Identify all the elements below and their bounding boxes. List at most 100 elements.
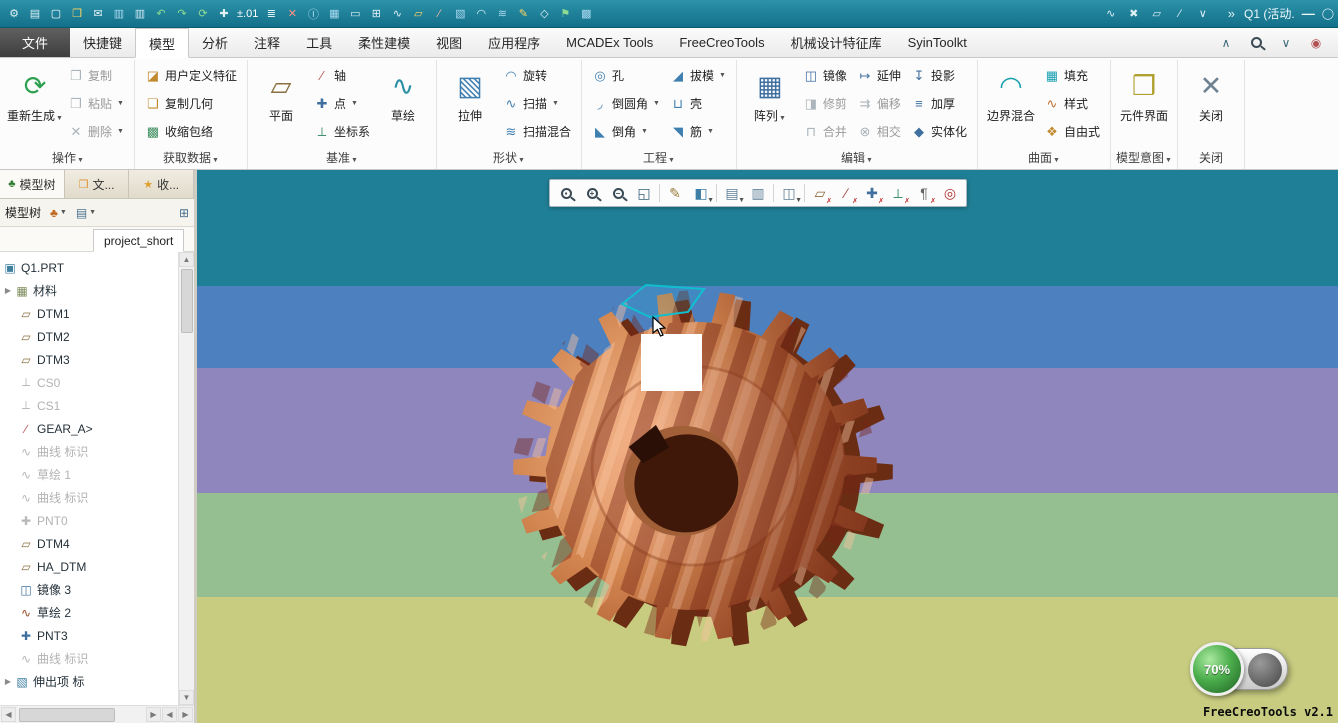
ribbon-group-label[interactable]: 编辑▼	[737, 149, 977, 166]
redo-icon[interactable]: ↷	[172, 4, 192, 24]
toolbar-overflow-icon[interactable]: »	[1228, 6, 1235, 21]
arc-icon[interactable]: ◠	[471, 4, 491, 24]
tab-mech-design-library[interactable]: 机械设计特征库	[778, 28, 895, 57]
undo-icon[interactable]: ↶	[151, 4, 171, 24]
trim-button[interactable]: ◨修剪	[800, 90, 850, 117]
zoom-in-icon[interactable]: +	[579, 181, 605, 205]
tree-item-curve-1[interactable]: ∿曲线 标识	[0, 440, 178, 463]
plane-tool-icon[interactable]: ▱	[1147, 4, 1167, 24]
tree-settings-button[interactable]: ⊞	[179, 206, 189, 220]
spin-center-icon[interactable]: ◎	[937, 181, 963, 205]
component-interface-button[interactable]: ❒元件界面	[1116, 62, 1172, 124]
axis-button[interactable]: ∕轴	[311, 62, 373, 89]
tab-file[interactable]: 文件	[0, 28, 70, 57]
axis-display-icon[interactable]: ∕✗	[833, 181, 859, 205]
tree-item-pnt3[interactable]: ✚PNT3	[0, 624, 178, 647]
rib-button[interactable]: ◥筋▼	[667, 118, 729, 145]
tab-syintoolkt[interactable]: SyinToolkt	[895, 28, 980, 57]
tree-hscrollbar[interactable]: ◀ ▶ ◀ ▶	[0, 705, 194, 723]
tab-applications[interactable]: 应用程序	[475, 28, 553, 57]
intersect-button[interactable]: ⊗相交	[854, 118, 904, 145]
status-dot-icon[interactable]: ◉	[1306, 33, 1326, 53]
tab-model-tree[interactable]: ♣模型树	[0, 170, 65, 198]
scroll-up-icon[interactable]: ▲	[179, 252, 194, 267]
tab-model[interactable]: 模型	[135, 28, 189, 58]
sweep-button[interactable]: ∿扫描▼	[500, 90, 574, 117]
tree-item-curve-3[interactable]: ∿曲线 标识	[0, 647, 178, 670]
precision-icon[interactable]: ±.01	[235, 4, 260, 24]
tab-view[interactable]: 视图	[423, 28, 475, 57]
close-window-icon[interactable]: ✕	[282, 4, 302, 24]
hscroll-right-icon[interactable]: ▶	[146, 707, 161, 722]
pattern-button[interactable]: ▦阵列▼	[742, 62, 798, 127]
save-icon[interactable]: ▥	[109, 4, 129, 24]
measure-icon[interactable]: ≣	[261, 4, 281, 24]
tab-flexible-modeling[interactable]: 柔性建模	[345, 28, 423, 57]
tree-item-dtm3[interactable]: ▱DTM3	[0, 348, 178, 371]
tree-item-sketch-1[interactable]: ∿草绘 1	[0, 463, 178, 486]
thicken-button[interactable]: ≡加厚	[908, 90, 970, 117]
ribbon-group-label[interactable]: 基准▼	[248, 149, 436, 166]
spline-tool-icon[interactable]: ∿	[1101, 4, 1121, 24]
tree-item-material[interactable]: ▶▦材料	[0, 279, 178, 302]
revolve-button[interactable]: ◠旋转	[500, 62, 574, 89]
datum-plane-icon[interactable]: ▱	[408, 4, 428, 24]
freestyle-button[interactable]: ❖自由式	[1041, 118, 1103, 145]
point-display-icon[interactable]: ✚✗	[859, 181, 885, 205]
sketcher-icon[interactable]: ✎	[513, 4, 533, 24]
fill-button[interactable]: ▦填充	[1041, 62, 1103, 89]
tree-item-curve-2[interactable]: ∿曲线 标识	[0, 486, 178, 509]
plane-display-icon[interactable]: ▱✗	[807, 181, 833, 205]
diamond-icon[interactable]: ◇	[534, 4, 554, 24]
project-button[interactable]: ↧投影	[908, 62, 970, 89]
mirror-button[interactable]: ◫镜像	[800, 62, 850, 89]
tree-item-mirror-3[interactable]: ◫镜像 3	[0, 578, 178, 601]
scroll-down-icon[interactable]: ▼	[179, 690, 194, 705]
open-folder-icon[interactable]: ❒	[67, 4, 87, 24]
extend-button[interactable]: ↦延伸	[854, 62, 904, 89]
tree-item-dtm4[interactable]: ▱DTM4	[0, 532, 178, 555]
frame-icon[interactable]: ▭	[345, 4, 365, 24]
tree-item-cs0[interactable]: ⟂CS0	[0, 371, 178, 394]
hscroll-track[interactable]	[17, 708, 145, 722]
tab-mcadex-tools[interactable]: MCADEx Tools	[553, 28, 666, 57]
extrude-button[interactable]: ▧拉伸	[442, 62, 498, 124]
graphics-area[interactable]: ▪+−◱✎◧▼▤▼▥◫▼▱✗∕✗✚✗⟂✗¶✗◎ 70%	[197, 170, 1338, 723]
regenerate-button[interactable]: ⟳重新生成▼	[7, 62, 63, 127]
line-tool-icon[interactable]: ∕	[1170, 4, 1190, 24]
point-tool-icon[interactable]: ✖	[1124, 4, 1144, 24]
copy-button[interactable]: ❐复制	[65, 62, 127, 89]
screen-gear-icon[interactable]: ⚙	[4, 4, 24, 24]
hole-button[interactable]: ◎孔	[589, 62, 663, 89]
csys-button[interactable]: ⟂坐标系	[311, 118, 373, 145]
ribbon-group-label[interactable]: 关闭	[1178, 149, 1244, 166]
csys-display-icon[interactable]: ⟂✗	[885, 181, 911, 205]
point-button[interactable]: ✚点▼	[311, 90, 373, 117]
collapse-ribbon-icon[interactable]: ∧	[1216, 33, 1236, 53]
shrinkwrap-button[interactable]: ▩收缩包络	[142, 118, 240, 145]
expander-icon[interactable]: ▶	[2, 286, 14, 295]
tree-options-button[interactable]: ♣▼	[50, 206, 67, 220]
hscroll-left-icon[interactable]: ◀	[1, 707, 16, 722]
hscroll-thumb[interactable]	[19, 708, 115, 722]
pane-right-icon[interactable]: ▶	[178, 707, 193, 722]
display-style-icon[interactable]: ◧▼	[688, 181, 714, 205]
offset-button[interactable]: ⇉偏移	[854, 90, 904, 117]
tree-item-dtm2[interactable]: ▱DTM2	[0, 325, 178, 348]
solidify-button[interactable]: ◆实体化	[908, 118, 970, 145]
ribbon-group-label[interactable]: 操作▼	[2, 149, 134, 166]
ribbon-group-label[interactable]: 获取数据▼	[135, 149, 247, 166]
mesh-icon[interactable]: ▩	[576, 4, 596, 24]
tools-icon[interactable]: ✚	[214, 4, 234, 24]
ribbon-group-label[interactable]: 模型意图▼	[1111, 149, 1177, 166]
windows-icon[interactable]: ▦	[324, 4, 344, 24]
udf-button[interactable]: ◪用户定义特征	[142, 62, 240, 89]
view-manager-icon[interactable]: ▥	[745, 181, 771, 205]
tree-item-sketch-2[interactable]: ∿草绘 2	[0, 601, 178, 624]
new-file-icon[interactable]: ▢	[46, 4, 66, 24]
chamfer-button[interactable]: ◣倒角▼	[589, 118, 663, 145]
tree-item-q1-prt[interactable]: ▣Q1.PRT	[0, 256, 178, 279]
tree-item-gear-a[interactable]: ∕GEAR_A>	[0, 417, 178, 440]
sketch-button[interactable]: ∿草绘	[375, 62, 431, 124]
ribbon-group-label[interactable]: 工程▼	[582, 149, 736, 166]
